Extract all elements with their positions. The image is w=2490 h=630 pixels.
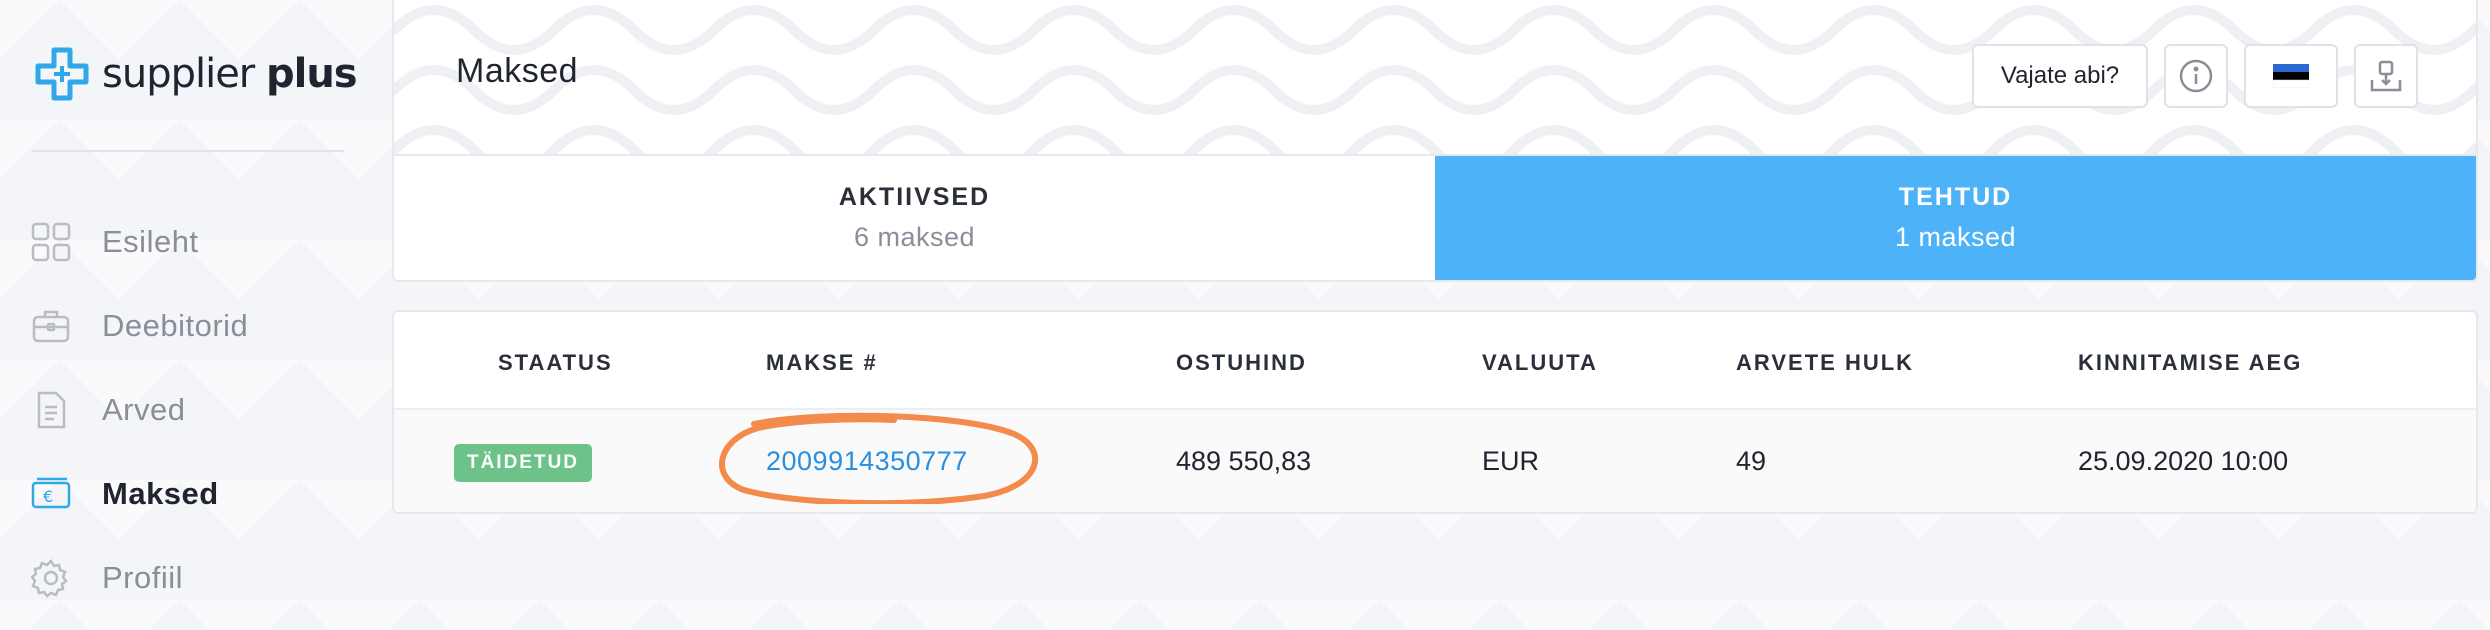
table-row[interactable]: TÄIDETUD 2009914350777 489 550,83 EUR 49… — [394, 410, 2476, 512]
table-header: STAATUS MAKSE # OSTUHIND VALUUTA ARVETE … — [394, 312, 2476, 410]
logo-cross-icon — [35, 47, 89, 101]
page-title: Maksed — [456, 52, 579, 90]
briefcase-icon — [30, 305, 72, 347]
page-header: Maksed Vajate abi? — [392, 0, 2478, 156]
tab-count: 6 maksed — [853, 222, 976, 252]
svg-text:€: € — [43, 487, 53, 506]
column-header-invoice-count[interactable]: ARVETE HULK — [1736, 350, 1914, 376]
invoice-count-cell: 49 — [1736, 446, 1767, 476]
header-actions: Vajate abi? — [1972, 44, 2418, 108]
language-button[interactable] — [2244, 44, 2338, 108]
logout-icon — [2370, 60, 2402, 92]
tab-label: TEHTUD — [1898, 183, 2013, 211]
sidebar-item-label: Deebitorid — [102, 308, 249, 343]
gear-icon — [30, 557, 72, 599]
sidebar-divider — [32, 150, 344, 152]
help-button[interactable]: Vajate abi? — [1972, 44, 2148, 108]
sidebar-item-esileht[interactable]: Esileht — [30, 200, 248, 284]
column-header-confirmed-at[interactable]: KINNITAMISE AEG — [2078, 350, 2302, 376]
sidebar-item-label: Arved — [102, 392, 186, 427]
payment-tabs: AKTIIVSED 6 maksed TEHTUD 1 maksed — [392, 154, 2478, 282]
tab-aktiivsed[interactable]: AKTIIVSED 6 maksed — [394, 156, 1435, 280]
tab-tehtud[interactable]: TEHTUD 1 maksed — [1435, 156, 2476, 280]
tab-label: AKTIIVSED — [838, 183, 991, 211]
sidebar-item-label: Maksed — [102, 476, 219, 511]
column-header-status[interactable]: STAATUS — [498, 350, 613, 376]
sidebar-item-label: Esileht — [102, 224, 199, 259]
euro-card-icon: € — [30, 473, 72, 515]
confirmed-at-cell: 25.09.2020 10:00 — [2078, 446, 2289, 476]
column-header-payment-no[interactable]: MAKSE # — [766, 350, 878, 376]
grid-icon — [30, 221, 72, 263]
tab-count: 1 maksed — [1894, 222, 2017, 252]
sidebar-item-deebitorid[interactable]: Deebitorid — [30, 284, 248, 368]
currency-cell: EUR — [1482, 446, 1540, 476]
status-badge: TÄIDETUD — [454, 444, 592, 482]
sidebar-item-label: Profiil — [102, 560, 184, 595]
estonia-flag-icon — [2273, 64, 2309, 88]
column-header-price[interactable]: OSTUHIND — [1176, 350, 1307, 376]
column-header-currency[interactable]: VALUUTA — [1482, 350, 1598, 376]
sidebar-item-maksed[interactable]: € Maksed — [30, 452, 248, 536]
logo-text: supplier plus — [102, 51, 358, 97]
sidebar-item-profiil[interactable]: Profiil — [30, 536, 248, 620]
payment-number-link[interactable]: 2009914350777 — [766, 446, 968, 477]
logo[interactable]: supplier plus — [32, 40, 358, 108]
sidebar: supplier plus Esileht Deebitorid Arved €… — [0, 0, 380, 630]
price-cell: 489 550,83 — [1176, 446, 1312, 476]
sidebar-item-arved[interactable]: Arved — [30, 368, 248, 452]
payments-table: STAATUS MAKSE # OSTUHIND VALUUTA ARVETE … — [392, 310, 2478, 514]
info-icon — [2179, 59, 2213, 93]
sidebar-nav: Esileht Deebitorid Arved € Maksed Profii… — [30, 200, 248, 620]
logout-button[interactable] — [2354, 44, 2418, 108]
document-icon — [30, 389, 72, 431]
info-button[interactable] — [2164, 44, 2228, 108]
